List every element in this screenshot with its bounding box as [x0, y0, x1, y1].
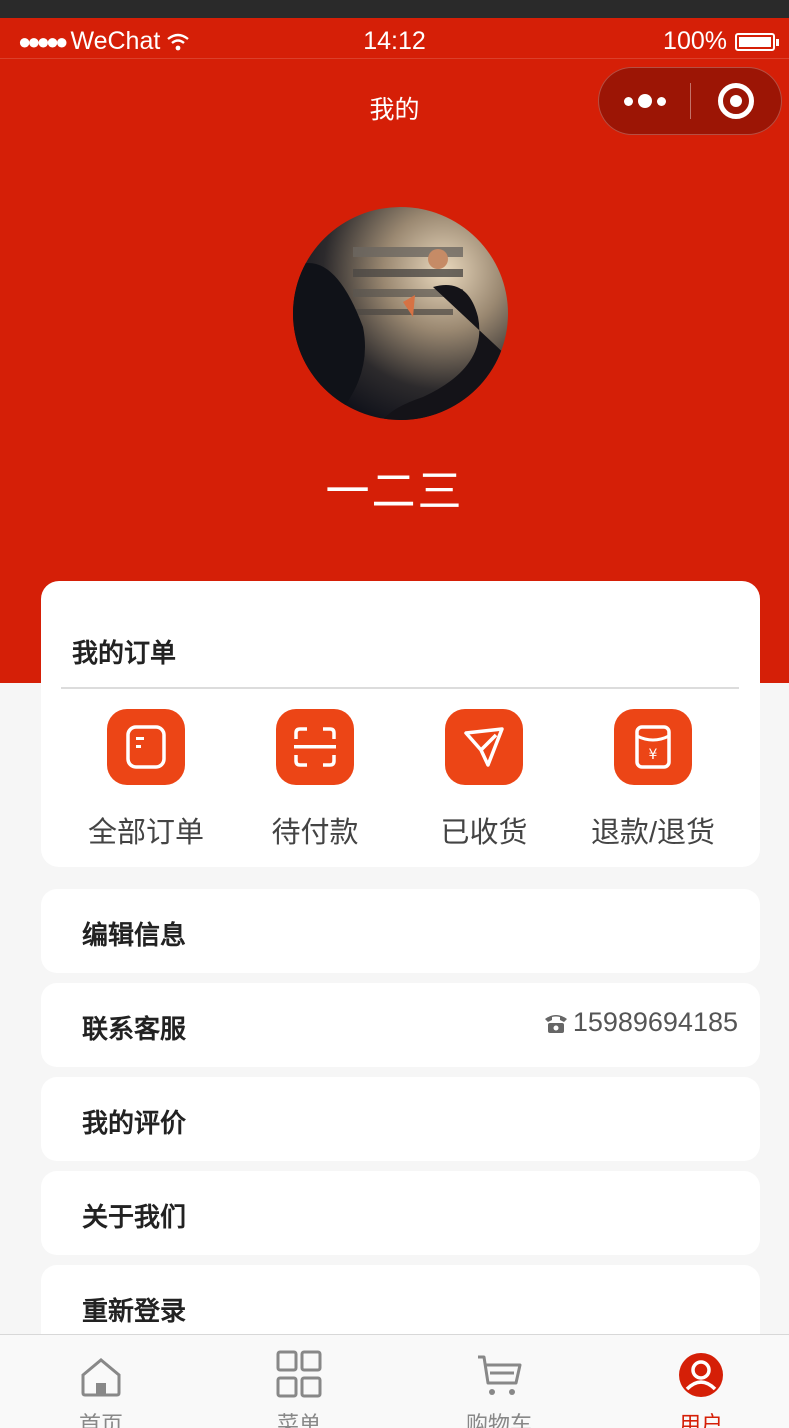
status-divider — [0, 58, 789, 59]
menu-my-reviews-label: 我的评价 — [82, 1108, 187, 1138]
tab-user-label: 用户 — [678, 1412, 723, 1428]
order-all-button[interactable]: 全部订单 — [71, 709, 221, 851]
paper-plane-icon — [445, 709, 523, 785]
scan-icon — [276, 709, 354, 785]
more-options-button[interactable] — [599, 94, 690, 108]
menu-edit-info-label: 编辑信息 — [82, 920, 187, 950]
miniprogram-capsule — [598, 67, 782, 135]
more-dot-icon — [623, 96, 633, 106]
menu-about-us-label: 关于我们 — [82, 1202, 187, 1232]
target-icon — [718, 83, 754, 119]
tab-cart[interactable]: 购物车 — [429, 1335, 569, 1428]
user-icon — [631, 1335, 771, 1399]
cart-icon — [429, 1335, 569, 1399]
grid-icon — [229, 1335, 369, 1399]
battery-percent: 100% — [663, 27, 727, 55]
battery-icon — [735, 32, 779, 51]
order-pending-payment-button[interactable]: 待付款 — [240, 709, 390, 851]
phone-icon — [544, 1014, 567, 1033]
order-refund-button[interactable]: ¥ 退款/退货 — [578, 709, 728, 851]
menu-my-reviews[interactable]: 我的评价 — [41, 1077, 760, 1161]
my-orders-title: 我的订单 — [72, 638, 177, 668]
order-pending-payment-label: 待付款 — [271, 817, 359, 849]
avatar[interactable] — [293, 207, 508, 420]
menu-edit-info[interactable]: 编辑信息 — [41, 889, 760, 973]
more-dot-icon — [637, 94, 652, 108]
username: 一二三 — [325, 467, 464, 516]
close-miniprogram-button[interactable] — [691, 83, 781, 119]
order-refund-label: 退款/退货 — [590, 817, 716, 849]
status-bar: ●●●●● WeChat 14:12 100% — [0, 18, 789, 60]
yen-envelope-icon: ¥ — [614, 709, 692, 785]
document-icon — [107, 709, 185, 785]
my-orders-card: 我的订单 全部订单 待付款 已收货 ¥ 退款/退货 — [41, 581, 760, 867]
tab-home[interactable]: 首页 — [31, 1335, 171, 1428]
contact-phone-number: 15989694185 — [572, 1007, 738, 1037]
home-icon — [31, 1335, 171, 1399]
menu-relogin-label: 重新登录 — [82, 1296, 187, 1326]
menu-contact-service-label: 联系客服 — [82, 1014, 187, 1044]
tab-menu-label: 菜单 — [276, 1412, 321, 1428]
order-received-label: 已收货 — [440, 817, 528, 849]
more-dot-icon — [656, 96, 666, 106]
order-all-label: 全部订单 — [87, 817, 204, 849]
menu-about-us[interactable]: 关于我们 — [41, 1171, 760, 1255]
top-edge — [0, 0, 789, 18]
tab-menu[interactable]: 菜单 — [229, 1335, 369, 1428]
tab-home-label: 首页 — [78, 1412, 123, 1428]
tab-cart-label: 购物车 — [465, 1412, 532, 1428]
tab-bar: 首页 菜单 购物车 用户 — [0, 1334, 789, 1428]
order-received-button[interactable]: 已收货 — [409, 709, 559, 851]
menu-contact-service[interactable]: 联系客服 15989694185 — [41, 983, 760, 1067]
tab-user[interactable]: 用户 — [631, 1335, 771, 1428]
divider — [61, 687, 739, 689]
svg-text:¥: ¥ — [649, 747, 658, 763]
